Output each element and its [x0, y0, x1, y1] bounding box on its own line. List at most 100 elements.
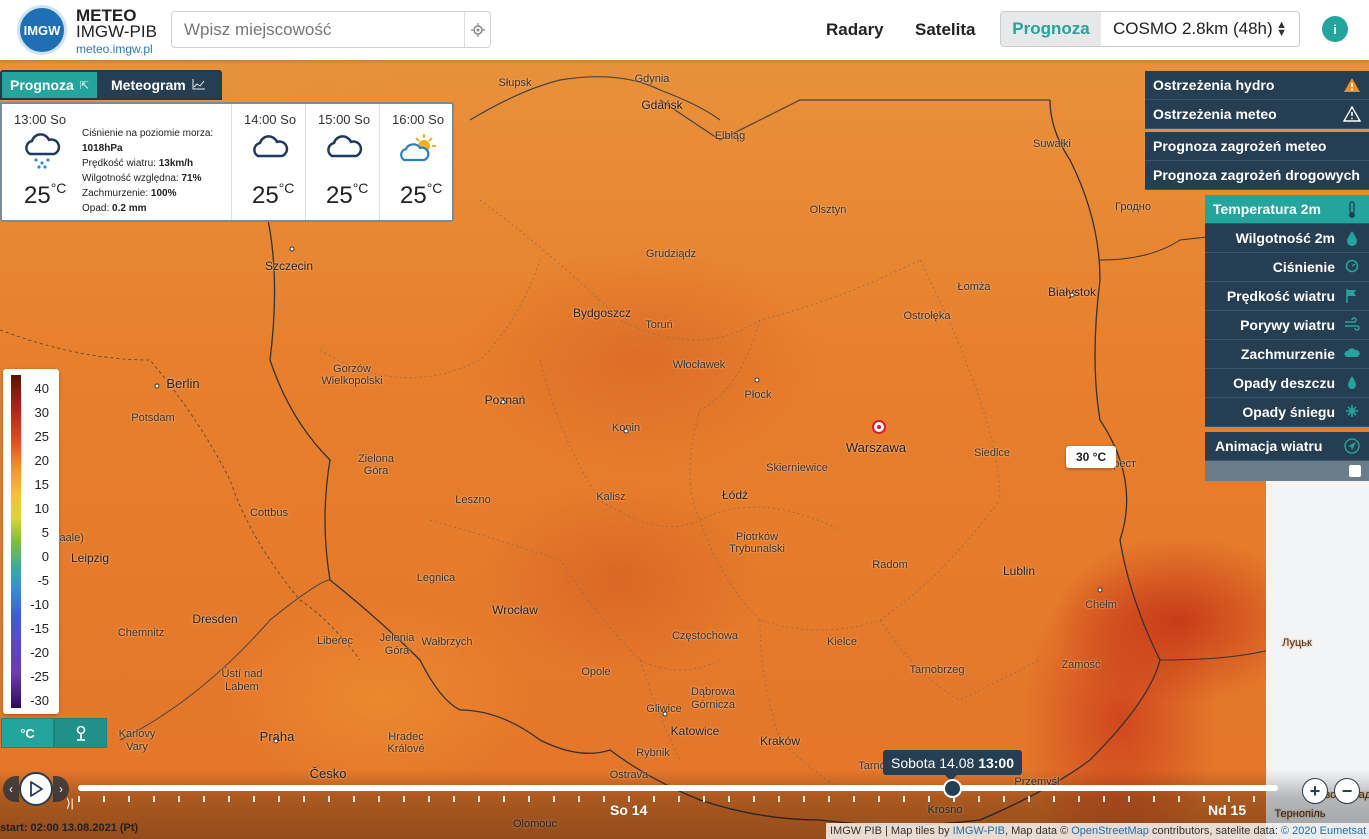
detail-value: 0.2 mm [112, 203, 147, 214]
legend-label: -5 [37, 573, 49, 588]
menu-label: Ciśnienie [1272, 259, 1335, 275]
play-button[interactable] [19, 772, 53, 806]
tooltip-day: Sobota 14.08 [891, 754, 975, 771]
rain-cloud-icon [22, 132, 62, 175]
menu-label: Animacja wiatru [1215, 438, 1323, 454]
timeline-track[interactable] [78, 785, 1278, 791]
sun-cloud-icon [398, 132, 438, 169]
legend-label: 30 [34, 405, 49, 420]
temperature-legend: 40 30 25 20 15 10 5 0 -5 -10 -15 -20 -25 -30 [3, 369, 59, 714]
wind-animation-checkbox[interactable] [1349, 465, 1361, 477]
menu-ostrzezenia-hydro[interactable]: Ostrzeżenia hydro [1145, 71, 1369, 100]
wind-animation-toggle [1205, 461, 1369, 481]
param-cisnienie[interactable]: Ciśnienie [1205, 253, 1369, 282]
info-button[interactable]: i [1322, 16, 1348, 42]
detail-wind: Prędkość wiatru: 13km/h [82, 156, 213, 171]
unit-button[interactable]: °C [1, 718, 54, 748]
chart-icon [192, 78, 206, 93]
search-input[interactable] [172, 12, 462, 47]
header: IMGW METEO IMGW-PIB meteo.imgw.pl Radary… [0, 0, 1369, 60]
forecast-temp: 25°C [252, 180, 294, 210]
tooltip-time: 13:00 [978, 754, 1014, 771]
thermometer-icon [1343, 201, 1361, 219]
temp-value: 25 [326, 182, 353, 209]
legend-color-bar [11, 375, 21, 708]
locate-icon[interactable] [464, 12, 490, 47]
legend-label: -20 [30, 645, 49, 660]
select-arrows-icon: ▲ ▼ [1276, 19, 1287, 39]
forecast-details: Ciśnienie na poziomie morza: 1018hPa Pręd… [82, 126, 213, 216]
param-porywy-wiatru[interactable]: Porywy wiatru [1205, 311, 1369, 340]
warning-outline-icon [1342, 105, 1362, 124]
temp-value: 25 [400, 182, 427, 209]
model-select-value: COSMO 2.8km (48h) [1113, 19, 1273, 38]
attribution-text: , Map data © [1005, 825, 1072, 837]
detail-precip: Opad: 0.2 mm [82, 201, 213, 216]
legend-label: 25 [34, 429, 49, 444]
raindrop-icon [1343, 375, 1361, 393]
warning-filled-icon [1343, 77, 1361, 95]
forecast-hour[interactable]: 15:00 So 25°C [306, 104, 380, 220]
tab-meteogram[interactable]: Meteogram [97, 72, 220, 98]
timeline-handle[interactable] [943, 779, 962, 798]
droplet-percent-icon [1343, 230, 1361, 248]
forecast-time: 13:00 So [14, 112, 67, 127]
detail-label: Opad: [82, 203, 110, 214]
warnings-menu: Ostrzeżenia hydro Ostrzeżenia meteo Prog… [1145, 71, 1369, 190]
attribution-link[interactable]: OpenStreetMap [1071, 825, 1149, 837]
step-back-icon[interactable]: ‹ [3, 776, 19, 802]
forecast-time: 14:00 So [244, 112, 297, 127]
parameters-menu: Temperatura 2m Wilgotność 2m Ciśnienie P… [1205, 195, 1369, 481]
model-select[interactable]: COSMO 2.8km (48h) ▲ ▼ [1101, 12, 1299, 46]
tab-prognoza[interactable]: Prognoza ⇱ [2, 72, 97, 98]
expand-icon: ⇱ [79, 79, 89, 92]
forecast-current: 13:00 So 25°C Ciśnienie na poziomie morz… [2, 104, 232, 220]
legend-label: 10 [34, 501, 49, 516]
forecast-temp: 25°C [24, 180, 66, 210]
detail-humidity: Wilgotność względna: 71% [82, 171, 213, 186]
menu-label: Ostrzeżenia meteo [1153, 106, 1277, 122]
param-zachmurzenie[interactable]: Zachmurzenie [1205, 340, 1369, 369]
run-start-info: start: 02:00 13.08.2021 (Pt) [0, 822, 139, 834]
forecast-panel: 13:00 So 25°C Ciśnienie na poziomie morz… [0, 102, 454, 222]
logo-icon[interactable]: IMGW [17, 5, 67, 55]
zoom-out-button[interactable]: − [1334, 778, 1360, 804]
skip-end-icon[interactable]: ⟩| [66, 796, 74, 810]
location-marker[interactable] [872, 420, 886, 434]
zoom-in-button[interactable]: + [1302, 778, 1328, 804]
cloud-icon [324, 132, 364, 167]
legend-label: -30 [30, 693, 49, 708]
forecast-time: 15:00 So [318, 112, 371, 127]
hover-temperature: 30 °C [1066, 446, 1117, 468]
detail-pressure: Ciśnienie na poziomie morza: 1018hPa [82, 126, 213, 156]
menu-prognoza-zagrozen-meteo[interactable]: Prognoza zagrożeń meteo [1145, 132, 1369, 161]
day-label: Nd 15 [1208, 802, 1247, 818]
param-predkosc-wiatru[interactable]: Prędkość wiatru [1205, 282, 1369, 311]
attribution-link[interactable]: IMGW-PIB [953, 825, 1005, 837]
menu-label: Opady śniegu [1242, 404, 1335, 420]
wind-animation-button[interactable]: Animacja wiatru [1205, 432, 1369, 461]
attribution-link[interactable]: © 2020 Eumetsat [1281, 825, 1366, 837]
nav-radary[interactable]: Radary [826, 20, 884, 40]
temp-unit: °C [50, 180, 67, 196]
menu-prognoza-zagrozen-drogowych[interactable]: Prognoza zagrożeń drogowych [1145, 161, 1369, 190]
param-opady-sniegu[interactable]: Opady śniegu [1205, 398, 1369, 427]
logo-url[interactable]: meteo.imgw.pl [76, 42, 153, 56]
nav-satelita[interactable]: Satelita [915, 20, 975, 40]
logo-subtitle[interactable]: IMGW-PIB [76, 23, 157, 40]
menu-ostrzezenia-meteo[interactable]: Ostrzeżenia meteo [1145, 100, 1369, 129]
forecast-hour[interactable]: 14:00 So 25°C [232, 104, 306, 220]
param-wilgotnosc[interactable]: Wilgotność 2m [1205, 224, 1369, 253]
day-label: So 14 [610, 802, 648, 818]
param-temperatura[interactable]: Temperatura 2m [1205, 195, 1369, 224]
detail-label: Prędkość wiatru: [82, 158, 156, 169]
station-icon[interactable] [54, 718, 107, 748]
temp-value: 25 [24, 182, 51, 209]
gauge-icon [1343, 259, 1361, 277]
snowflake-icon [1343, 404, 1361, 422]
forecast-hour[interactable]: 16:00 So 25°C [380, 104, 452, 220]
nav-prognoza[interactable]: Prognoza [1001, 12, 1101, 46]
param-opady-deszczu[interactable]: Opady deszczu [1205, 369, 1369, 398]
temp-unit: °C [352, 180, 369, 196]
attribution-text: IMGW PIB | Map tiles by [830, 825, 953, 837]
